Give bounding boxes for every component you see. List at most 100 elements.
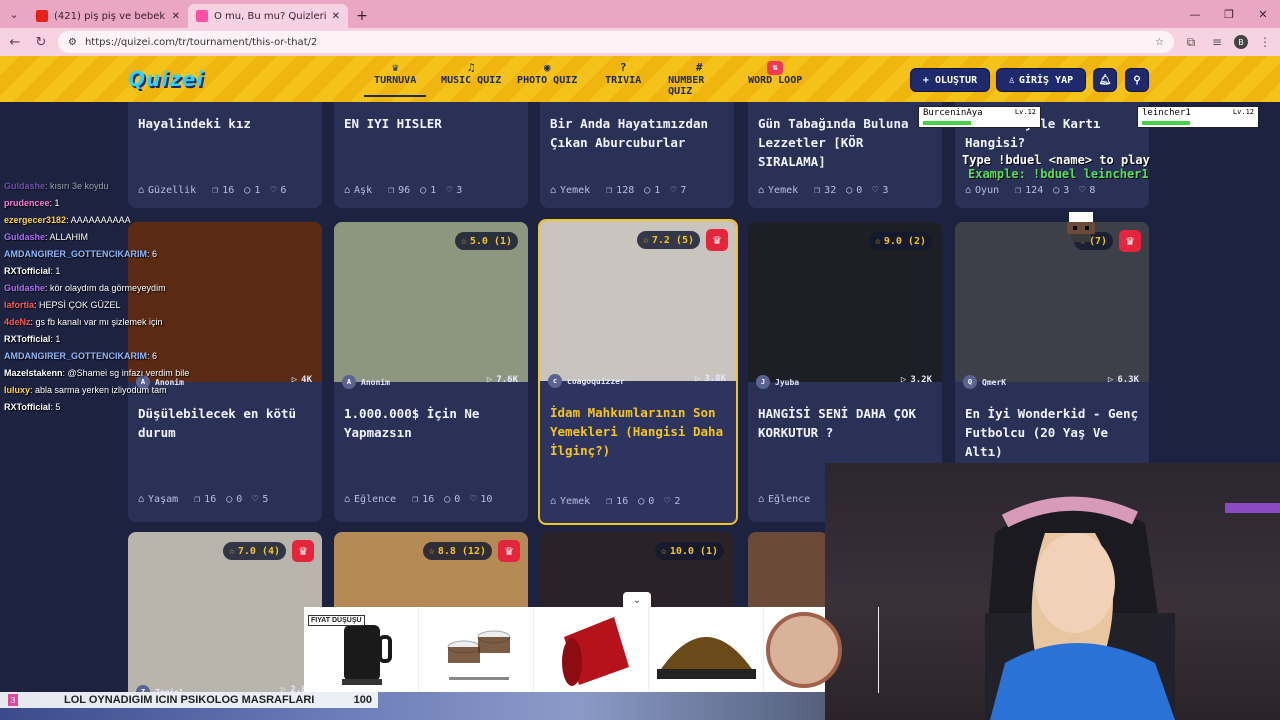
ad-item-gold-capsule[interactable] [649,607,764,693]
ad-item-kettle[interactable]: FIYAT DÜŞÜŞÜ [304,607,419,693]
category[interactable]: ⌂ Eğlence [758,494,810,505]
comment-count: ◯ 0 [444,494,460,505]
close-icon[interactable]: ✕ [172,11,180,22]
quiz-title[interactable]: 1.000.000$ İçin Ne Yapmazsın [344,404,518,442]
like-count[interactable]: ♡ 8 [1079,185,1095,196]
notifications-button[interactable]: 🔔︎ [1093,68,1117,92]
game-instruction: Type !bduel <name> to play [962,153,1150,167]
close-icon[interactable]: ✕ [332,11,340,22]
nav-item[interactable]: ♫ MUSIC QUIZ [440,61,502,97]
quiz-card[interactable]: EN IYI HISLER ⌂ Aşk ❐ 96 ◯ 1 ♡ 3 [334,102,528,208]
nav-item[interactable]: ◉ PHOTO QUIZ [516,61,578,97]
rating-value: 8.8 (12) [437,545,486,557]
word-loop-icon: ⇅ [767,61,784,75]
tag-icon: ⌂ [344,185,351,196]
login-button[interactable]: ♙ GİRİŞ YAP [996,68,1086,92]
quiz-title[interactable]: HANGİSİ SENİ DAHA ÇOK KORKUTUR ? [758,404,932,442]
goal-number: 3 [8,694,18,706]
rating-badge: ☆ 9.0 (2) [868,232,932,250]
category[interactable]: ⌂ Aşk [344,185,372,196]
ad-banner[interactable]: FIYAT DÜŞÜŞÜ [304,607,879,693]
tag-icon: ⌂ [965,185,972,196]
like-count[interactable]: ♡ 5 [252,494,268,505]
ad-item-tin[interactable] [764,607,879,693]
like-count-value: 5 [262,494,269,505]
ad-item-red-capsule[interactable] [534,607,649,693]
browser-tab-youtube[interactable]: (421) piş piş ve bebek uyku mü... ✕ [28,4,188,28]
nav-item[interactable]: ? TRIVIA [592,61,654,97]
crown-icon: ♛ [1119,230,1141,252]
ad-item-cups[interactable] [419,607,534,693]
comment-icon: ◯ [444,494,451,505]
category-label: Oyun [975,185,1000,196]
comment-icon: ◯ [420,185,427,196]
crown-icon: ♛ [498,540,520,562]
profile-avatar[interactable]: B [1234,35,1248,49]
browser-tabstrip: ⌄ (421) piş piş ve bebek uyku mü... ✕ O … [0,0,1280,28]
menu-icon[interactable]: ⋮ [1256,35,1274,49]
music-icon: ♫ [467,61,475,74]
quiz-card[interactable]: Bir Anda Hayatımızdan Çıkan Aburcuburlar… [540,102,734,208]
category[interactable]: ⌂ Eğlence [344,494,396,505]
crown-icon: ♛ [706,229,728,251]
tab-search-icon[interactable]: ⌄ [0,0,28,28]
category-label: Yaşam [148,494,179,505]
author-name: Anonim [361,377,390,387]
quiz-card[interactable]: Gün Tabağında Buluna Lezzetler [KÖR SIRA… [748,102,942,208]
nav-item[interactable]: # NUMBER QUIZ [668,61,730,97]
author[interactable]: A Anonim [342,375,390,389]
category[interactable]: ⌂ Yemek [550,496,590,507]
quiz-title[interactable]: EN IYI HISLER [344,114,518,133]
question-count: ❐ 16 [412,494,434,505]
reload-icon[interactable]: ↻ [32,35,50,50]
site-logo[interactable]: Quizei [128,67,204,91]
chat-message: AMDANGIRER_GOTTENCIKARIM: 6 [0,348,330,365]
minimize-icon[interactable]: — [1178,0,1212,28]
author-name: Jyuba [775,377,800,387]
like-count[interactable]: ♡ 7 [670,185,686,196]
close-window-icon[interactable]: ✕ [1246,0,1280,28]
browser-tab-quizei[interactable]: O mu, Bu mu? Quizleri | Turnu... ✕ [188,4,348,28]
bookmark-star-icon[interactable]: ☆ [1155,37,1164,48]
restore-icon[interactable]: ❐ [1212,0,1246,28]
quiz-title[interactable]: Bir Anda Hayatımızdan Çıkan Aburcuburlar [550,114,724,152]
author[interactable]: Q QmerK [963,375,1006,389]
quiz-card[interactable]: ☆ 5.0 (1) A Anonim ▷ 7.6K 1.000.000$ İçin Ne Y… [334,222,528,522]
category[interactable]: ⌂ Yemek [550,185,590,196]
chat-text: : 1 [50,334,61,344]
site-info-icon[interactable]: ⚙ [68,37,77,48]
avatar: Q [963,375,977,389]
author[interactable]: J Jyuba [756,375,799,389]
author[interactable]: c coagoquizzer [548,374,625,388]
ad-collapse-chevron-icon[interactable]: ⌄ [623,592,651,608]
quiz-card[interactable]: ☆ 7.2 (5) ♛ c coagoquizzer ▷ 3.8K İdam Mahkumla… [538,219,738,525]
quiz-title[interactable]: Gün Tabağında Buluna Lezzetler [KÖR SIRA… [758,114,932,171]
play-icon: ▷ [1107,375,1114,385]
url-input[interactable]: ⚙ https://quizei.com/tr/tournament/this-… [58,31,1174,53]
category[interactable]: ⌂ Oyun [965,185,999,196]
media-icon[interactable]: ≡ [1208,35,1226,49]
like-count-value: 2 [674,496,681,507]
comment-count-value: 0 [648,496,655,507]
rating-badge: ☆ 5.0 (1) [454,232,518,250]
quiz-title[interactable]: En İyi Wonderkid - Genç Futbolcu (20 Yaş… [965,404,1139,461]
search-button[interactable]: ⚲ [1125,68,1149,92]
category[interactable]: ⌂ Yaşam [138,494,178,505]
like-count[interactable]: ♡ 3 [872,185,888,196]
quiz-title[interactable]: Hayalindeki kız [138,114,312,133]
nav-item[interactable]: ⇅ WORD LOOP [744,61,806,97]
chat-message: 4deNz: gs fb kanalı var mı şizlemek için [0,314,330,331]
new-tab-button[interactable]: + [348,4,376,28]
heart-icon: ♡ [664,496,671,507]
rating-value: 10.0 (1) [669,545,718,557]
like-count[interactable]: ♡ 3 [446,185,462,196]
back-icon[interactable]: ← [6,35,24,50]
player-name: BurceninAya [923,108,983,118]
category[interactable]: ⌂ Yemek [758,185,798,196]
quiz-title[interactable]: İdam Mahkumlarının Son Yemekleri (Hangis… [550,403,726,460]
like-count[interactable]: ♡ 2 [664,496,680,507]
nav-item[interactable]: ♛ TURNUVA [364,61,427,97]
create-button[interactable]: + OLUŞTUR [910,68,990,92]
extensions-icon[interactable]: ⧉ [1182,35,1200,50]
like-count[interactable]: ♡ 10 [470,494,492,505]
